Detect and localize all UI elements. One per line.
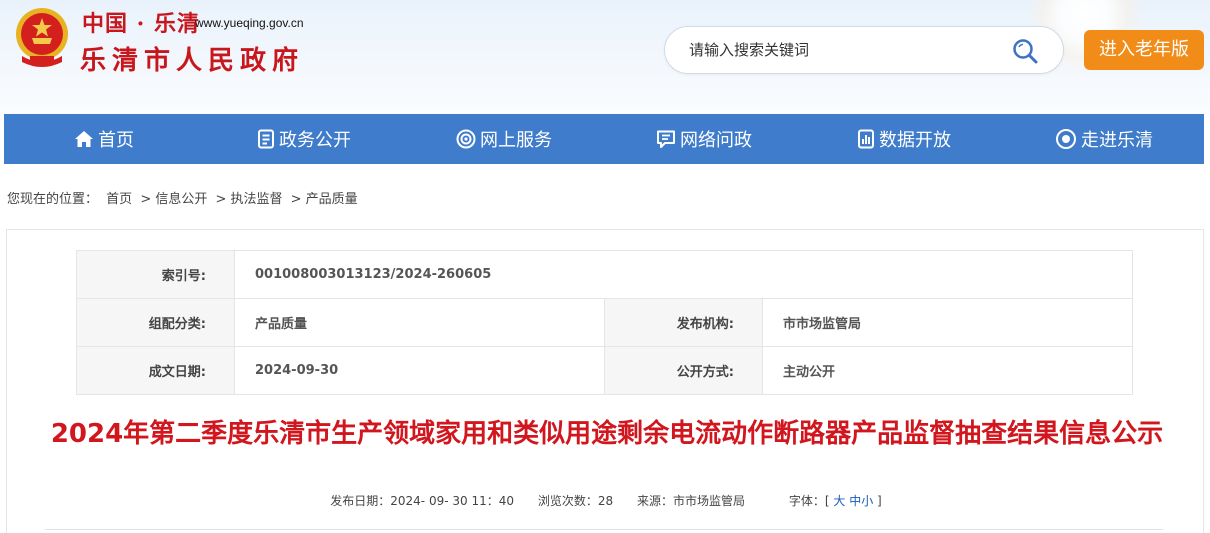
- view-count: 浏览次数：28: [538, 494, 613, 508]
- search-box: [664, 26, 1064, 74]
- elder-version-button[interactable]: 进入老年版: [1084, 30, 1204, 70]
- document-icon: [258, 129, 274, 149]
- table-row: 成文日期: 2024-09-30 公开方式: 主动公开: [76, 346, 1133, 395]
- breadcrumb-item-info-open[interactable]: > 信息公开: [140, 192, 207, 207]
- date-value: 2024-09-30: [234, 346, 605, 395]
- site-header: 中国 · 乐清 www.yueqing.gov.cn 乐清市人民政府 进入老年版: [0, 0, 1210, 114]
- home-icon: [75, 131, 93, 147]
- category-label: 组配分类:: [76, 298, 235, 347]
- breadcrumb-item-product-quality[interactable]: > 产品质量: [291, 192, 358, 207]
- nav-item-online-service[interactable]: 网上服务: [404, 114, 604, 164]
- article-title: 2024年第二季度乐清市生产领域家用和类似用途剩余电流动作断路器产品监督抽查结果…: [50, 419, 1164, 449]
- article-container: 索引号: 001008003013123/2024-260605 组配分类: 产…: [6, 229, 1204, 533]
- table-row: 组配分类: 产品质量 发布机构: 市市场监管局: [76, 298, 1133, 347]
- nav-item-gov-affairs[interactable]: 政务公开: [204, 114, 404, 164]
- source-value: 市市场监管局: [672, 494, 745, 508]
- font-size-bracket-open: [: [824, 494, 830, 508]
- source: 来源：市市场监管局: [637, 494, 745, 508]
- source-label: 来源：: [636, 494, 673, 508]
- index-label: 索引号:: [76, 250, 235, 299]
- breadcrumb-prefix: 您现在的位置：: [7, 192, 99, 207]
- mode-label: 公开方式:: [604, 346, 763, 395]
- nav-item-label: 首页: [98, 130, 134, 151]
- date-label: 成文日期:: [76, 346, 235, 395]
- search-input[interactable]: [689, 37, 1009, 63]
- article-meta-table: 索引号: 001008003013123/2024-260605 组配分类: 产…: [76, 250, 1133, 395]
- chat-icon: [657, 130, 675, 148]
- site-url[interactable]: www.yueqing.gov.cn: [195, 16, 304, 30]
- font-size-label: 字体：: [788, 494, 825, 508]
- publish-date-value: 2024- 09- 30 11：40: [390, 494, 514, 508]
- national-emblem-icon[interactable]: [12, 6, 72, 70]
- search-icon[interactable]: [1011, 37, 1039, 65]
- nav-item-open-data[interactable]: 数据开放: [804, 114, 1004, 164]
- nav-item-online-inquiry[interactable]: 网络问政: [604, 114, 804, 164]
- font-size-bracket-close: ]: [877, 494, 882, 508]
- index-value: 001008003013123/2024-260605: [234, 250, 1133, 299]
- nav-item-label: 政务公开: [279, 130, 351, 151]
- breadcrumb: 您现在的位置： 首页 > 信息公开 > 执法监督 > 产品质量: [7, 188, 362, 207]
- nav-item-label: 走进乐清: [1081, 130, 1153, 151]
- table-row: 索引号: 001008003013123/2024-260605: [76, 250, 1133, 299]
- font-size-control: 字体：[ 大 中小 ]: [789, 494, 882, 508]
- publisher-label: 发布机构:: [604, 298, 763, 347]
- publisher-value: 市市场监管局: [762, 298, 1133, 347]
- main-nav: 首页 政务公开 网上服务 网络问政 数据开放 走进乐清: [4, 114, 1204, 164]
- publish-date-label: 发布日期：: [330, 494, 391, 508]
- nav-item-label: 数据开放: [879, 130, 951, 151]
- font-size-large-button[interactable]: 大: [833, 494, 845, 508]
- mode-value: 主动公开: [762, 346, 1133, 395]
- divider: [45, 529, 1163, 530]
- nav-item-label: 网上服务: [480, 130, 552, 151]
- site-cn-label: 中国 · 乐清: [82, 11, 200, 37]
- eye-icon: [1056, 129, 1076, 149]
- nav-item-label: 网络问政: [680, 130, 752, 151]
- service-icon: [456, 129, 476, 149]
- nav-item-home[interactable]: 首页: [4, 114, 204, 164]
- font-size-medium-button[interactable]: 中: [849, 494, 861, 508]
- article-info-bar: 发布日期：2024- 09- 30 11：40 浏览次数：28 来源：市市场监管…: [7, 492, 1205, 509]
- data-icon: [858, 129, 874, 149]
- breadcrumb-item-home[interactable]: 首页: [106, 192, 132, 207]
- breadcrumb-item-enforcement[interactable]: > 执法监督: [215, 192, 282, 207]
- publish-date: 发布日期：2024- 09- 30 11：40: [330, 494, 514, 508]
- font-size-small-button[interactable]: 小: [861, 494, 873, 508]
- view-count-label: 浏览次数：: [537, 494, 598, 508]
- site-name[interactable]: 乐清市人民政府: [80, 40, 304, 77]
- nav-item-about-yueqing[interactable]: 走进乐清: [1004, 114, 1204, 164]
- category-value: 产品质量: [234, 298, 605, 347]
- view-count-value: 28: [597, 494, 614, 508]
